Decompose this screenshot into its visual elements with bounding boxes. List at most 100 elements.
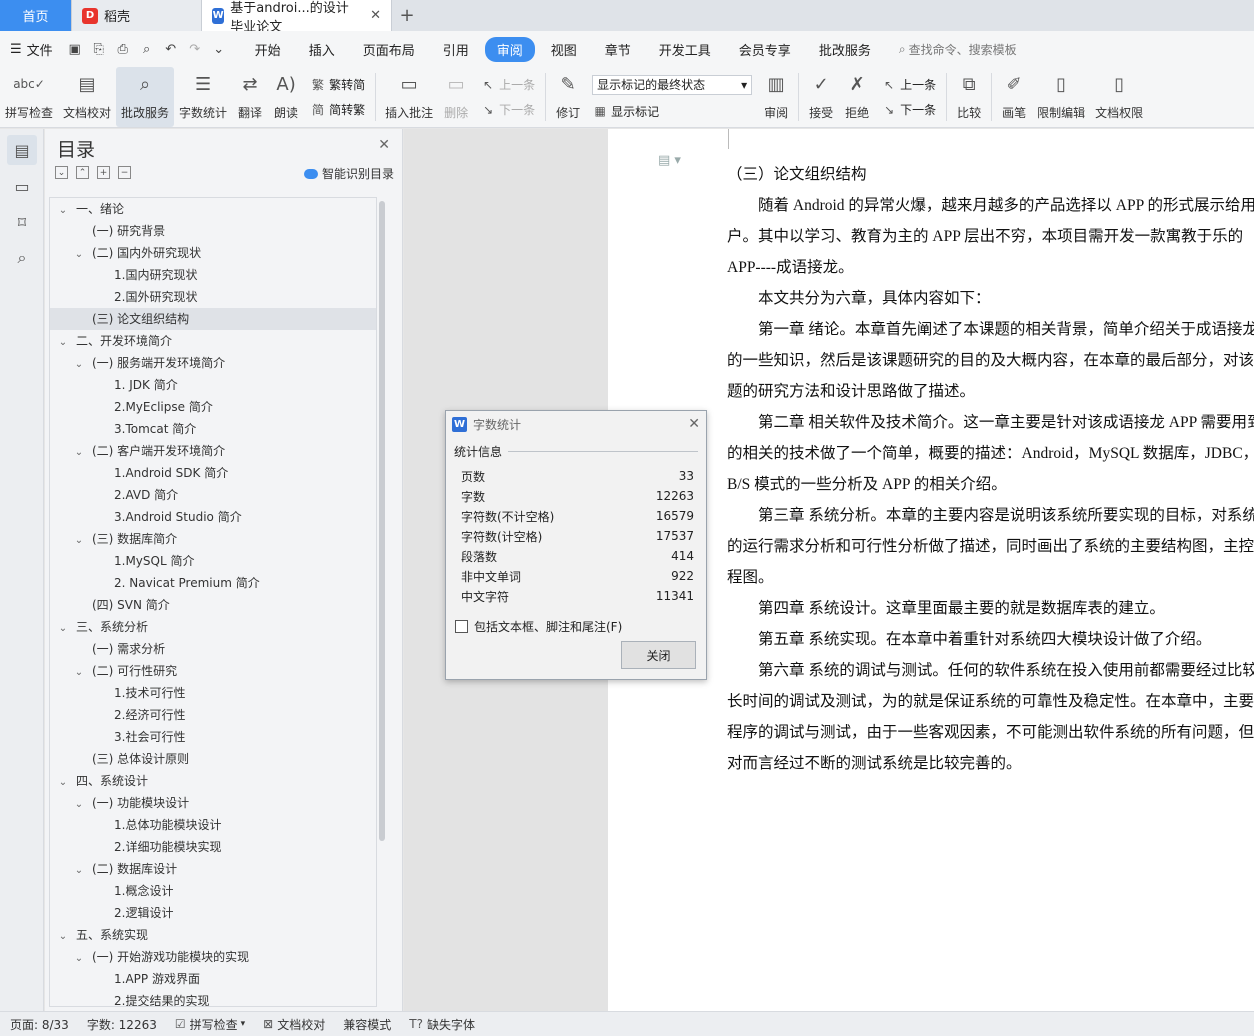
toc-item[interactable]: 2.提交结果的实现 bbox=[50, 990, 376, 1006]
chevron-down-icon[interactable]: ⌄ bbox=[72, 530, 86, 552]
status-spell-check[interactable]: ☑ 拼写检查 ▾ bbox=[175, 1016, 245, 1033]
review-pane-button[interactable]: ▥ 审阅 bbox=[758, 67, 794, 127]
menu-member[interactable]: 会员专享 bbox=[727, 37, 803, 62]
chevron-down-icon[interactable]: ⌄ bbox=[72, 794, 86, 816]
save-icon[interactable]: ▣ bbox=[67, 42, 83, 57]
show-markup-button[interactable]: ▦ 显示标记 bbox=[592, 103, 752, 120]
toc-item[interactable]: 1.Android SDK 简介 bbox=[50, 462, 376, 484]
toc-item[interactable]: 2.国外研究现状 bbox=[50, 286, 376, 308]
toc-item[interactable]: 1.总体功能模块设计 bbox=[50, 814, 376, 836]
correction-service-button[interactable]: ⌕ 批改服务 bbox=[116, 67, 175, 127]
toc-item[interactable]: ⌄ 二、开发环境简介 bbox=[50, 330, 376, 352]
collapse-all-icon[interactable]: ⌄ bbox=[55, 166, 68, 179]
chevron-down-icon[interactable]: ⌄ bbox=[56, 618, 70, 640]
doc-permission-button[interactable]: ▯ 文档权限 bbox=[1090, 67, 1148, 127]
restrict-edit-button[interactable]: ▯ 限制编辑 bbox=[1032, 67, 1090, 127]
prev-comment-button[interactable]: ↖ 上一条 bbox=[480, 76, 535, 93]
toc-item[interactable]: 2.MyEclipse 简介 bbox=[50, 396, 376, 418]
toc-item[interactable]: 2. Navicat Premium 简介 bbox=[50, 572, 376, 594]
print-preview-icon[interactable]: ⌕ bbox=[139, 42, 155, 57]
toc-item[interactable]: ⌄ (二) 国内外研究现状 bbox=[50, 242, 376, 264]
page-menu-icon[interactable]: ▤ ▾ bbox=[658, 153, 681, 168]
toc-item[interactable]: 2.AVD 简介 bbox=[50, 484, 376, 506]
close-icon[interactable]: ✕ bbox=[378, 137, 390, 153]
toc-item[interactable]: 1.国内研究现状 bbox=[50, 264, 376, 286]
toc-item[interactable]: 1. JDK 简介 bbox=[50, 374, 376, 396]
smart-toc-button[interactable]: 智能识别目录 bbox=[303, 165, 394, 182]
word-count-button[interactable]: ☰ 字数统计 bbox=[174, 67, 232, 127]
undo-icon[interactable]: ↶ bbox=[163, 42, 179, 57]
menu-references[interactable]: 引用 bbox=[431, 37, 481, 62]
toc-item[interactable]: 2.详细功能模块实现 bbox=[50, 836, 376, 858]
spell-check-button[interactable]: abc✓ 拼写检查 bbox=[0, 67, 58, 127]
close-icon[interactable]: ✕ bbox=[688, 416, 700, 432]
trad-to-simp-button[interactable]: 繁繁转简 bbox=[310, 76, 365, 93]
toc-item[interactable]: ⌄ (二) 客户端开发环境简介 bbox=[50, 440, 376, 462]
missing-font-button[interactable]: T? 缺失字体 bbox=[409, 1016, 475, 1033]
toc-panel-icon[interactable]: ▤ bbox=[7, 135, 37, 165]
tab-home[interactable]: 首页 bbox=[0, 0, 72, 31]
menu-section[interactable]: 章节 bbox=[593, 37, 643, 62]
checkbox-box[interactable] bbox=[455, 620, 468, 633]
translate-button[interactable]: ⇄ 翻译 bbox=[232, 67, 268, 127]
tab-close-icon[interactable]: ✕ bbox=[364, 8, 381, 23]
word-count-indicator[interactable]: 字数: 12263 bbox=[87, 1016, 157, 1033]
proofread-button[interactable]: ▤ 文档校对 bbox=[58, 67, 116, 127]
delete-comment-button[interactable]: ▭ 删除 bbox=[438, 67, 474, 127]
toc-item[interactable]: 3.社会可行性 bbox=[50, 726, 376, 748]
toc-item[interactable]: 1.概念设计 bbox=[50, 880, 376, 902]
toc-item[interactable]: 2.逻辑设计 bbox=[50, 902, 376, 924]
toc-item[interactable]: 1.MySQL 简介 bbox=[50, 550, 376, 572]
menu-correction[interactable]: 批改服务 bbox=[807, 37, 883, 62]
include-textbox-checkbox[interactable]: 包括文本框、脚注和尾注(F) bbox=[455, 618, 706, 635]
chevron-down-icon[interactable]: ⌄ bbox=[72, 948, 86, 970]
toc-item[interactable]: ⌄ (一) 功能模块设计 bbox=[50, 792, 376, 814]
bookmark-icon[interactable]: ⌑ bbox=[7, 207, 37, 237]
tab-daoke[interactable]: D 稻壳 bbox=[72, 0, 202, 31]
next-revision-button[interactable]: ↘ 下一条 bbox=[881, 101, 936, 118]
toc-item[interactable]: 3.Tomcat 简介 bbox=[50, 418, 376, 440]
chevron-down-icon[interactable]: ⌄ bbox=[56, 772, 70, 794]
chevron-down-icon[interactable]: ⌄ bbox=[72, 354, 86, 376]
toc-item[interactable]: ⌄ (一) 开始游戏功能模块的实现 bbox=[50, 946, 376, 968]
toc-item[interactable]: ⌄ (二) 可行性研究 bbox=[50, 660, 376, 682]
redo-icon[interactable]: ↷ bbox=[187, 42, 203, 57]
add-heading-icon[interactable]: + bbox=[97, 166, 110, 179]
chevron-down-icon[interactable]: ⌄ bbox=[72, 244, 86, 266]
accept-button[interactable]: ✓ 接受 bbox=[803, 67, 839, 127]
command-search[interactable]: ⌕ 查找命令、搜索模板 bbox=[899, 41, 1017, 58]
export-pdf-icon[interactable]: ⎘ bbox=[91, 42, 107, 57]
chevron-down-icon[interactable]: ⌄ bbox=[72, 860, 86, 882]
toc-item[interactable]: ⌄ (三) 数据库简介 bbox=[50, 528, 376, 550]
insert-comment-button[interactable]: ▭ 插入批注 bbox=[380, 67, 438, 127]
customize-chevron-icon[interactable]: ⌄ bbox=[211, 42, 227, 57]
toc-item[interactable]: ⌄ 五、系统实现 bbox=[50, 924, 376, 946]
tab-document[interactable]: W 基于androi...的设计 毕业论文 ✕ bbox=[202, 0, 392, 35]
chevron-down-icon[interactable]: ⌄ bbox=[56, 926, 70, 948]
toc-item[interactable]: ⌄ 一、绪论 bbox=[50, 198, 376, 220]
compare-button[interactable]: ⧉ 比较 bbox=[951, 67, 987, 127]
menu-review[interactable]: 审阅 bbox=[484, 36, 535, 62]
toc-item[interactable]: (一) 研究背景 bbox=[50, 220, 376, 242]
toc-item[interactable]: 1.技术可行性 bbox=[50, 682, 376, 704]
toc-item[interactable]: ⌄ (二) 数据库设计 bbox=[50, 858, 376, 880]
toc-item[interactable]: ⌄ (一) 服务端开发环境简介 bbox=[50, 352, 376, 374]
markup-state-select[interactable]: 显示标记的最终状态 ▾ bbox=[592, 74, 753, 95]
chapter-nav-icon[interactable]: ▭ bbox=[7, 171, 37, 201]
toc-item[interactable]: (四) SVN 简介 bbox=[50, 594, 376, 616]
toc-item[interactable]: (三) 论文组织结构 bbox=[50, 308, 376, 330]
new-tab-button[interactable]: + bbox=[392, 0, 422, 31]
print-icon[interactable]: ⎙ bbox=[115, 42, 131, 57]
toc-scrollbar[interactable] bbox=[379, 201, 385, 841]
toc-item[interactable]: (三) 总体设计原则 bbox=[50, 748, 376, 770]
chevron-down-icon[interactable]: ⌄ bbox=[72, 442, 86, 464]
pen-button[interactable]: ✐ 画笔 bbox=[996, 67, 1032, 127]
menu-developer[interactable]: 开发工具 bbox=[647, 37, 723, 62]
search-icon[interactable]: ⌕ bbox=[7, 243, 37, 273]
toc-item[interactable]: ⌄ 四、系统设计 bbox=[50, 770, 376, 792]
read-aloud-button[interactable]: A) 朗读 bbox=[268, 67, 304, 127]
menu-insert[interactable]: 插入 bbox=[297, 37, 347, 62]
menu-page-layout[interactable]: 页面布局 bbox=[351, 37, 427, 62]
toc-item[interactable]: ⌄ 三、系统分析 bbox=[50, 616, 376, 638]
track-changes-button[interactable]: ✎ 修订 bbox=[550, 67, 586, 127]
